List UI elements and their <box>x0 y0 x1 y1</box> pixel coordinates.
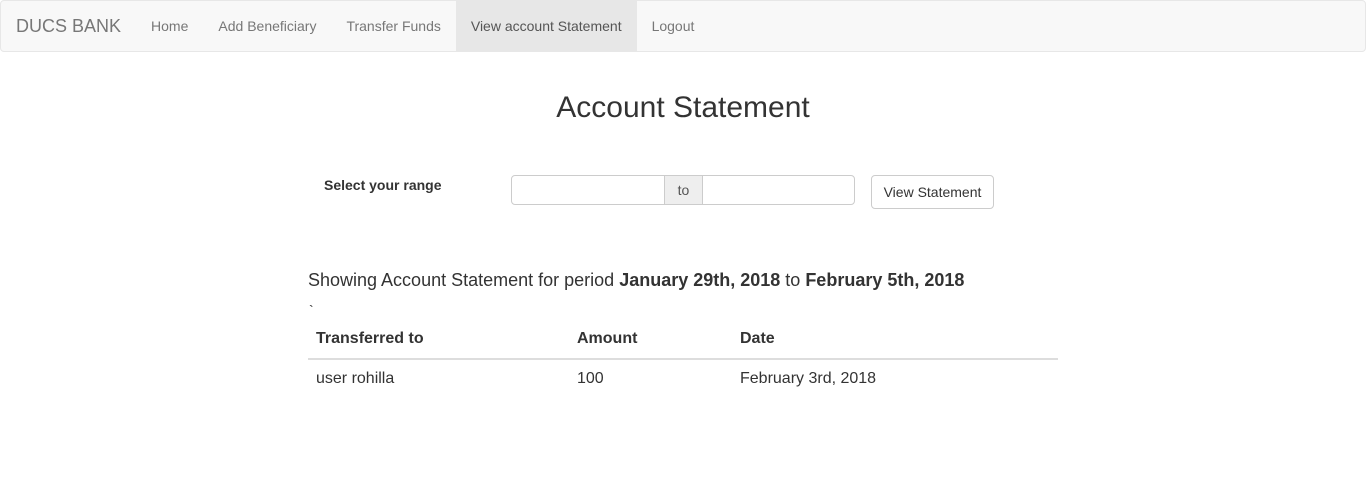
period-prefix: Showing Account Statement for period <box>308 270 620 290</box>
top-navbar: DUCS BANK Home Add Beneficiary Transfer … <box>0 0 1366 52</box>
period-middle: to <box>780 270 806 290</box>
column-header-transferred-to: Transferred to <box>308 320 569 360</box>
column-header-date: Date <box>732 320 1058 360</box>
brand-link[interactable]: DUCS BANK <box>1 1 136 51</box>
nav-item-add-beneficiary[interactable]: Add Beneficiary <box>203 1 331 51</box>
nav-item-logout[interactable]: Logout <box>637 1 710 51</box>
date-range-group: to <box>511 175 855 205</box>
table-row: user rohilla 100 February 3rd, 2018 <box>308 359 1058 398</box>
nav-item-home[interactable]: Home <box>136 1 203 51</box>
cell-transferred-to: user rohilla <box>316 370 395 387</box>
cell-date: February 3rd, 2018 <box>740 370 877 387</box>
period-start-date: January 29th, 2018 <box>619 270 781 290</box>
view-statement-button[interactable]: View Statement <box>871 175 994 209</box>
period-summary: Showing Account Statement for period Jan… <box>308 270 964 291</box>
nav-item-view-account-statement[interactable]: View account Statement <box>455 1 637 51</box>
range-separator: to <box>665 175 702 205</box>
period-end-date: February 5th, 2018 <box>805 270 965 290</box>
table-header-row: Transferred to Amount Date <box>308 320 1058 360</box>
statement-table: Transferred to Amount Date user rohilla … <box>308 320 1058 398</box>
column-header-amount: Amount <box>569 320 732 360</box>
stray-mark: ` <box>309 302 314 318</box>
cell-amount: 100 <box>577 370 604 387</box>
page-title: Account Statement <box>556 91 810 124</box>
range-label: Select your range <box>324 177 442 193</box>
from-date-input[interactable] <box>511 175 665 205</box>
to-date-input[interactable] <box>702 175 855 205</box>
nav-item-transfer-funds[interactable]: Transfer Funds <box>331 1 455 51</box>
